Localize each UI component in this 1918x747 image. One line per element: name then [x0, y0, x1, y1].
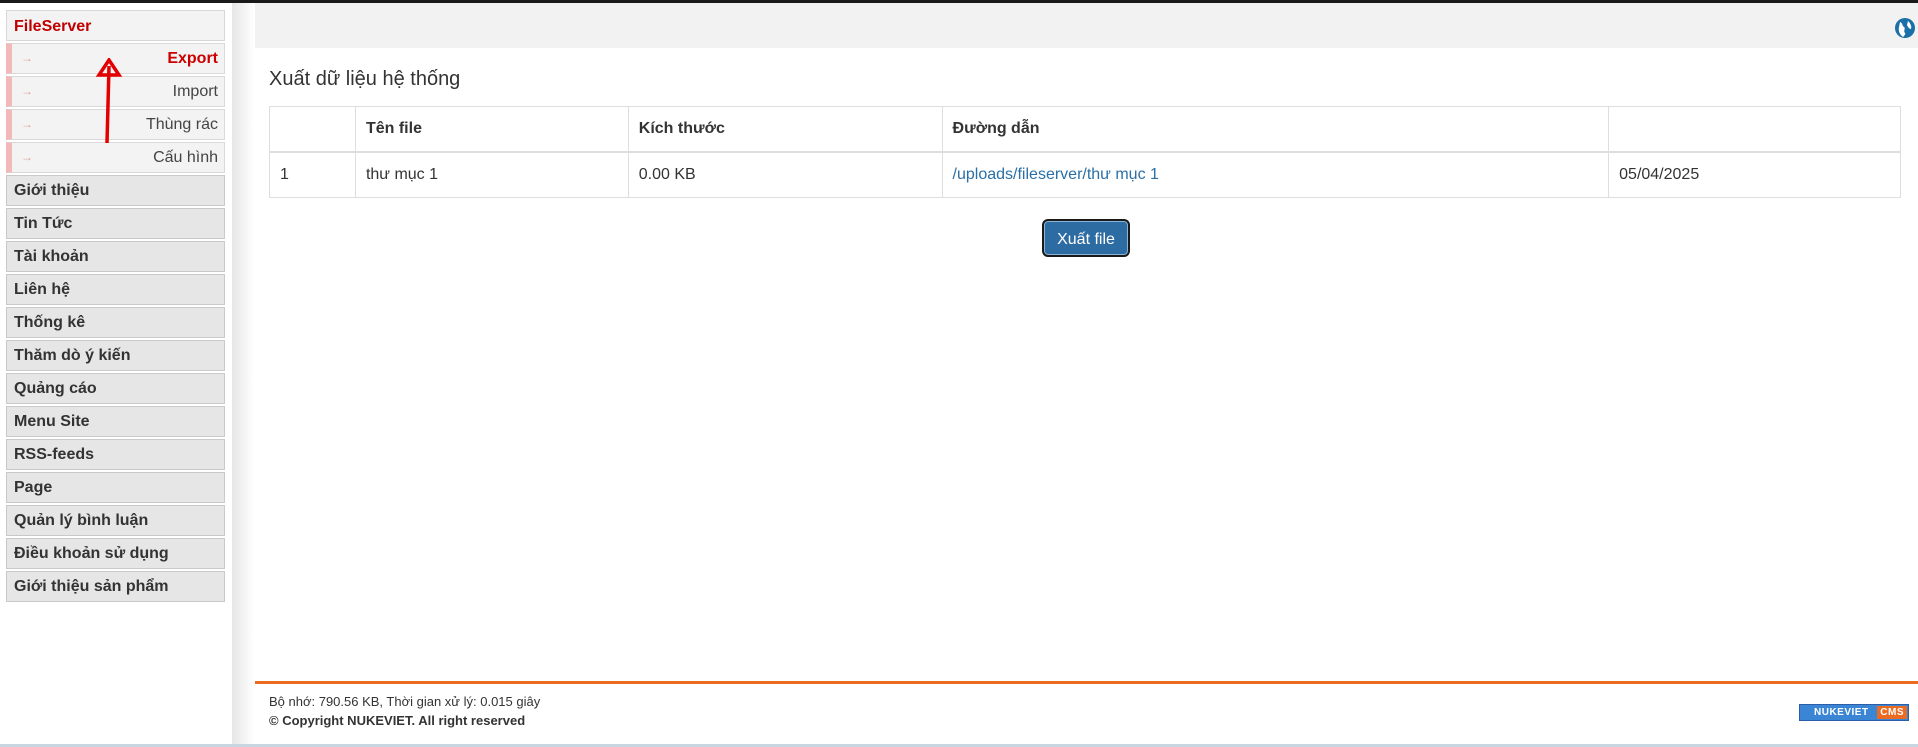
sidebar-subitem-label: Import: [172, 83, 218, 100]
arrow-right-icon: →: [21, 150, 33, 164]
table-row: 1 thư mục 1 0.00 KB /uploads/fileserver/…: [269, 151, 1901, 198]
sidebar-item-gioi-thieu[interactable]: Giới thiệu: [6, 175, 225, 206]
file-path-link[interactable]: /uploads/fileserver/thư mục 1: [953, 166, 1159, 183]
sidebar-item-menu-site[interactable]: Menu Site: [6, 406, 225, 437]
page-title: Xuất dữ liệu hệ thống: [269, 68, 461, 90]
sidebar-item-page[interactable]: Page: [6, 472, 225, 503]
sidebar-item-tin-tuc[interactable]: Tin Tức: [6, 208, 225, 239]
footer-stats: Bộ nhớ: 790.56 KB, Thời gian xử lý: 0.01…: [269, 694, 541, 709]
footer: Bộ nhớ: 790.56 KB, Thời gian xử lý: 0.01…: [269, 692, 540, 730]
export-file-button[interactable]: Xuất file: [1042, 219, 1130, 257]
sidebar-item-gioi-thieu-san-pham[interactable]: Giới thiệu sản phẩm: [6, 571, 225, 602]
sidebar-item-quan-ly-binh-luan[interactable]: Quản lý bình luận: [6, 505, 225, 536]
globe-icon[interactable]: [1894, 17, 1916, 39]
arrow-right-icon: →: [21, 51, 33, 65]
sidebar-item-dieu-khoan[interactable]: Điều khoản sử dụng: [6, 538, 225, 569]
footer-copyright: © Copyright NUKEVIET. All right reserved: [269, 713, 526, 728]
sidebar-title-fileserver[interactable]: FileServer: [6, 10, 225, 41]
cell-date: 05/04/2025: [1608, 151, 1901, 198]
sidebar-item-lien-he[interactable]: Liên hệ: [6, 274, 225, 305]
sidebar-item-thong-ke[interactable]: Thống kê: [6, 307, 225, 338]
sidebar-item-tai-khoan[interactable]: Tài khoản: [6, 241, 225, 272]
column-header-path: Đường dẫn: [941, 106, 1610, 153]
cell-filename: thư mục 1: [354, 151, 629, 198]
column-header-date: [1608, 106, 1901, 153]
column-header-index: [269, 106, 356, 153]
sidebar: FileServer → Export → Import → Thùng rác…: [0, 3, 232, 744]
sidebar-item-tham-do[interactable]: Thăm dò ý kiến: [6, 340, 225, 371]
column-header-size: Kích thước: [627, 106, 943, 153]
cell-size: 0.00 KB: [627, 151, 943, 198]
logo-text: NUKEVIET: [1814, 707, 1869, 718]
sidebar-subitem-label: Thùng rác: [145, 116, 218, 133]
arrow-right-icon: →: [21, 84, 33, 98]
arrow-right-icon: →: [21, 117, 33, 131]
column-header-filename: Tên file: [354, 106, 629, 153]
cell-index: 1: [269, 151, 356, 198]
sidebar-item-rss-feeds[interactable]: RSS-feeds: [6, 439, 225, 470]
footer-divider: [255, 681, 1918, 684]
header-bar: [255, 3, 1918, 48]
annotation-arrow-up-icon: [95, 58, 123, 144]
nukeviet-logo[interactable]: NUKEVIET CMS: [1799, 704, 1909, 721]
sidebar-shadow: [232, 3, 254, 744]
logo-badge: CMS: [1877, 706, 1907, 719]
sidebar-subitem-label: Export: [167, 50, 218, 67]
file-table: Tên file Kích thước Đường dẫn 1 thư mục …: [269, 106, 1901, 198]
table-header-row: Tên file Kích thước Đường dẫn: [269, 106, 1901, 153]
sidebar-item-quang-cao[interactable]: Quảng cáo: [6, 373, 225, 404]
cell-path: /uploads/fileserver/thư mục 1: [941, 151, 1610, 198]
sidebar-subitem-label: Cấu hình: [153, 149, 218, 166]
